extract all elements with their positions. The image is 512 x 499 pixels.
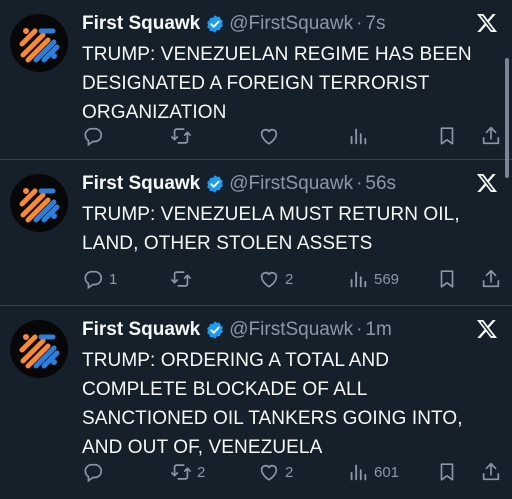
like-icon [260,464,278,481]
views-count: 601 [374,463,400,481]
separator: · [356,173,363,194]
like-count: 2 [285,270,294,288]
retweet-button[interactable] [170,124,197,148]
tweet[interactable]: First Squawk @FirstSquawk · 1m TRUMP: OR… [0,306,512,499]
avatar-logo [19,28,60,63]
bookmark-icon [440,463,454,481]
retweet-icon [171,464,191,480]
share-icon [482,126,500,145]
retweet-button[interactable] [170,267,197,291]
like-button[interactable]: 2 [258,267,293,291]
tweet-actions: 2 2 601 [82,460,502,484]
bookmark-icon [440,270,454,288]
avatar[interactable] [10,174,68,232]
author-handle[interactable]: @FirstSquawk [229,12,353,36]
bookmark-button[interactable] [436,460,458,484]
share-button[interactable] [480,267,502,291]
tweet-actions: 1 2 569 [82,267,502,291]
separator: · [356,13,363,34]
reply-button[interactable] [82,124,109,148]
tweet-header: First Squawk @FirstSquawk · 7s [82,12,385,36]
like-button[interactable]: 2 [258,460,293,484]
timestamp[interactable]: 7s [365,12,385,36]
avatar-logo [19,188,60,223]
tweet-text: TRUMP: VENEZUELA MUST RETURN OIL, LAND, … [82,204,460,254]
retweet-icon [171,271,191,287]
avatar-logo [19,334,60,369]
retweet-button[interactable]: 2 [170,460,205,484]
author-handle[interactable]: @FirstSquawk [229,318,353,342]
retweet-count: 2 [197,463,206,481]
tweet-header: First Squawk @FirstSquawk · 1m [82,318,392,342]
like-icon [260,128,278,145]
views-button[interactable]: 569 [347,267,399,291]
views-button[interactable] [347,124,374,148]
retweet-icon [171,128,191,144]
author-name[interactable]: First Squawk [82,12,200,36]
share-icon [482,269,500,288]
author-name[interactable]: First Squawk [82,318,200,342]
bookmark-button[interactable] [436,124,458,148]
author-handle[interactable]: @FirstSquawk [229,172,353,196]
verified-badge-icon [205,320,225,340]
like-icon [260,271,278,288]
bookmark-icon [440,127,454,145]
views-button[interactable]: 601 [347,460,399,484]
separator: · [356,319,363,340]
tweet[interactable]: First Squawk @FirstSquawk · 56s TRUMP: V… [0,160,512,306]
tweet-header: First Squawk @FirstSquawk · 56s [82,172,396,196]
reply-icon [84,127,103,147]
scrollbar[interactable] [505,58,509,178]
share-icon [482,462,500,481]
x-logo-icon [476,320,498,338]
views-icon [350,464,367,481]
tweet-text: TRUMP: ORDERING A TOTAL AND COMPLETE BLO… [82,350,463,458]
author-name[interactable]: First Squawk [82,172,200,196]
x-logo-icon [476,174,498,192]
share-button[interactable] [480,124,502,148]
views-count: 569 [374,270,400,288]
timeline-feed: First Squawk @FirstSquawk · 7s TRUMP: VE… [0,0,512,499]
reply-icon [84,463,103,483]
reply-button[interactable] [82,460,109,484]
timestamp[interactable]: 56s [365,172,396,196]
reply-count: 1 [109,270,118,288]
views-icon [350,271,367,288]
tweet-text: TRUMP: VENEZUELAN REGIME HAS BEEN DESIGN… [82,44,472,123]
timestamp[interactable]: 1m [365,318,391,342]
reply-icon [84,270,103,290]
views-icon [350,128,367,145]
like-count: 2 [285,463,294,481]
verified-badge-icon [205,14,225,34]
x-logo-icon [476,14,498,32]
tweet-actions [82,124,502,148]
share-button[interactable] [480,460,502,484]
bookmark-button[interactable] [436,267,458,291]
avatar[interactable] [10,14,68,72]
like-button[interactable] [258,124,285,148]
reply-button[interactable]: 1 [82,267,117,291]
avatar[interactable] [10,320,68,378]
tweet[interactable]: First Squawk @FirstSquawk · 7s TRUMP: VE… [0,0,512,160]
verified-badge-icon [205,174,225,194]
